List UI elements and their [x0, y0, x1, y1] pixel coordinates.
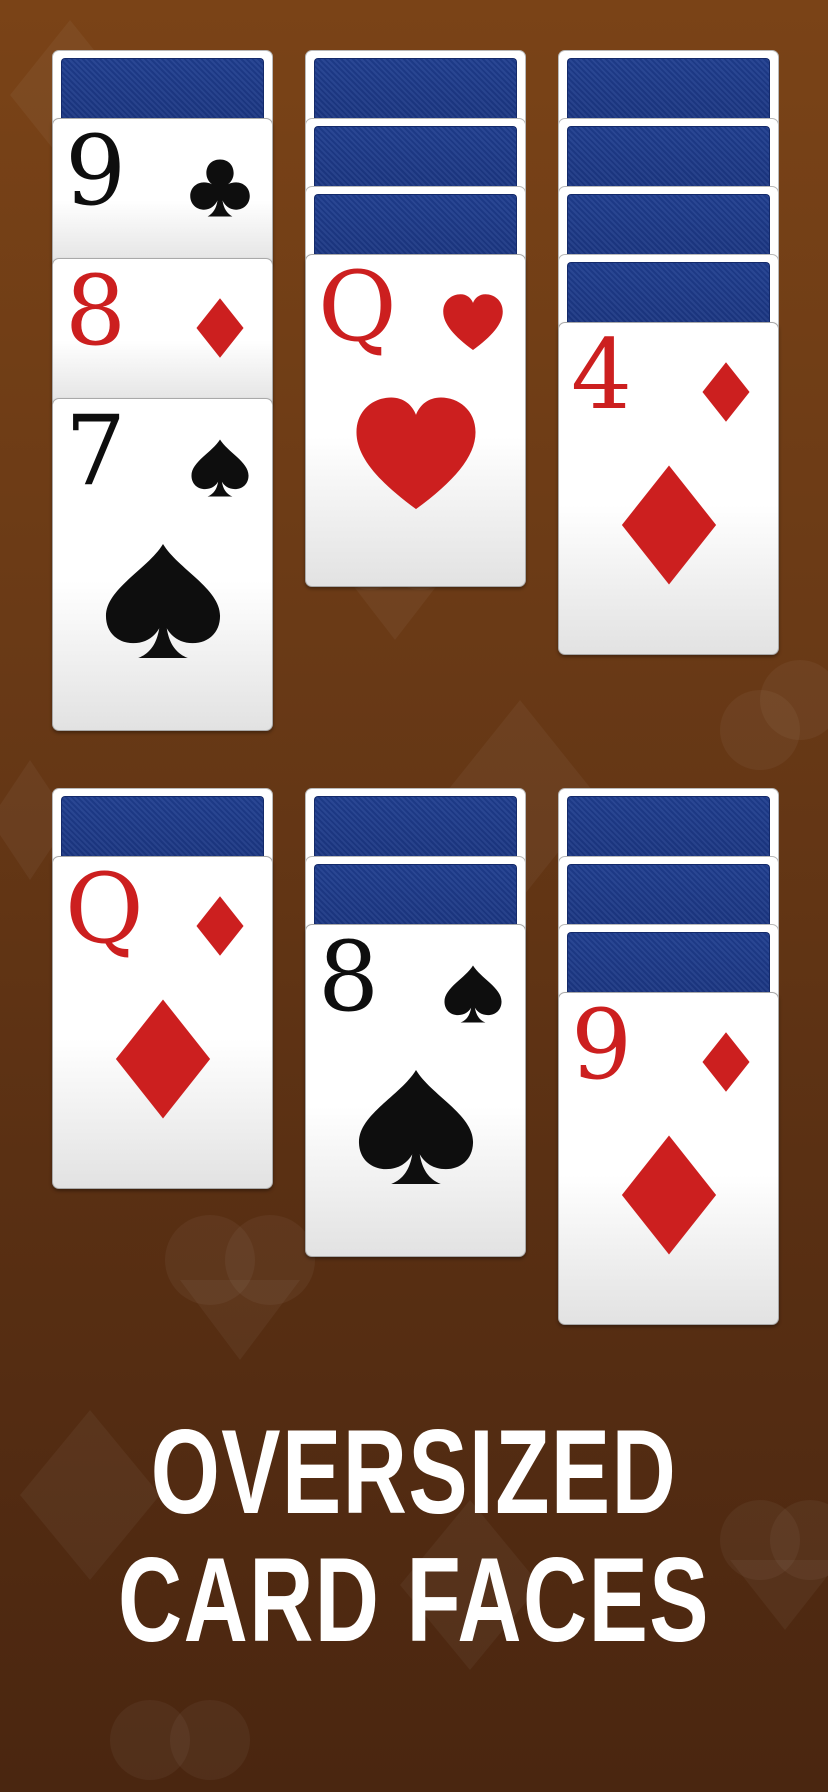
card-rank: 9 [571, 992, 633, 1101]
card-8-of-spades[interactable]: 8 [305, 924, 526, 1257]
spade-icon [191, 439, 249, 497]
diamond-large-icon [621, 1135, 716, 1255]
card-rank: 4 [571, 322, 633, 431]
card-7-of-spades[interactable]: 7 [52, 398, 273, 731]
card-q-of-diamonds[interactable]: Q [52, 856, 273, 1189]
card-rank: 8 [65, 258, 127, 367]
diamond-icon [702, 1032, 750, 1092]
club-icon [190, 159, 250, 217]
diamond-large-icon [115, 999, 210, 1119]
spade-large-icon [358, 1069, 473, 1185]
card-4-of-diamonds[interactable]: 4 [558, 322, 779, 655]
headline-line-2: CARD FACES [117, 1533, 711, 1667]
card-q-of-hearts[interactable]: Q [305, 254, 526, 587]
spade-icon [444, 965, 502, 1023]
card-rank: 8 [318, 924, 380, 1033]
card-rank: 7 [65, 398, 127, 507]
card-rank: 9 [65, 118, 127, 227]
card-9-of-diamonds[interactable]: 9 [558, 992, 779, 1325]
diamond-large-icon [621, 465, 716, 585]
card-9-of-clubs[interactable]: 9 [52, 118, 273, 268]
heart-large-icon [355, 397, 476, 510]
card-rank: Q [65, 856, 144, 965]
diamond-icon [196, 298, 244, 358]
card-8-of-diamonds[interactable]: 8 [52, 258, 273, 408]
diamond-icon [196, 896, 244, 956]
spade-large-icon [105, 543, 220, 659]
headline-line-1: OVERSIZED [150, 1405, 678, 1539]
heart-icon [443, 294, 503, 351]
card-rank: Q [318, 254, 397, 363]
diamond-icon [702, 362, 750, 422]
